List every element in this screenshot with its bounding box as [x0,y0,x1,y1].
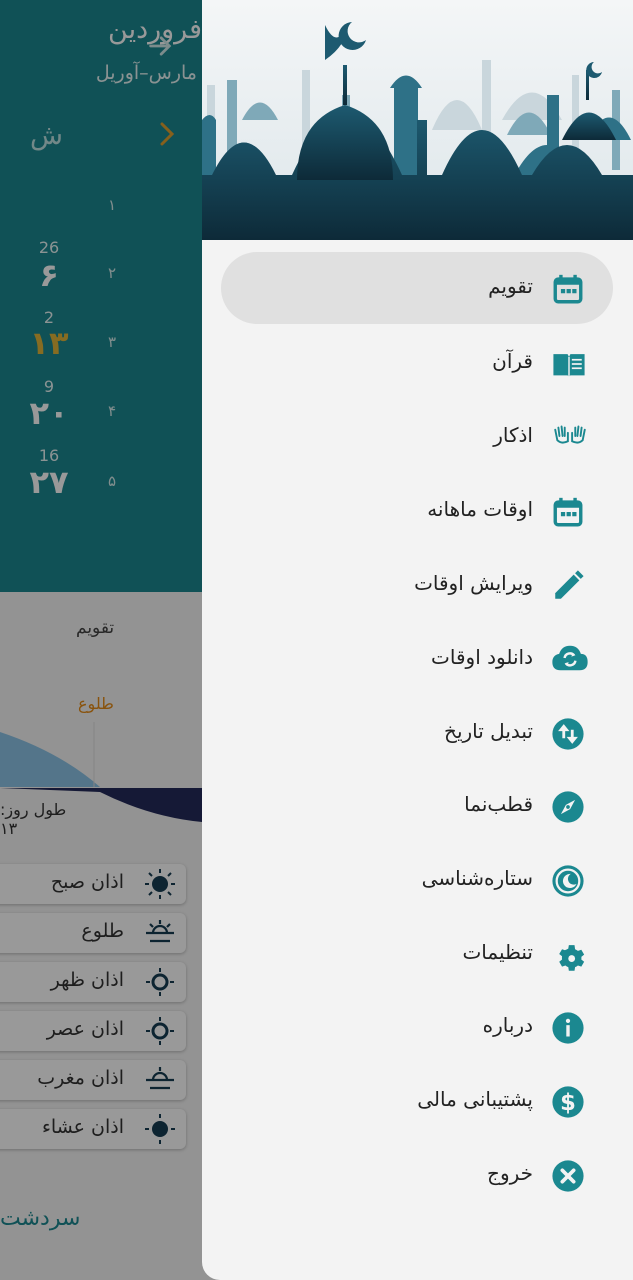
calendar-icon [551,272,585,306]
drawer-item-label: تقویم [488,274,533,298]
drawer-item-praying-hands[interactable]: اذکار [221,401,613,473]
quran-book-icon [551,347,585,381]
drawer-item-label: پشتیبانی مالی [417,1087,533,1111]
drawer-item-pencil[interactable]: ویرایش اوقات [221,549,613,621]
info-icon [551,1011,585,1045]
drawer-item-label: اذکار [493,423,533,447]
svg-text:$: $ [560,1090,576,1116]
drawer-item-label: ویرایش اوقات [414,571,533,595]
drawer-item-label: دانلود اوقات [431,645,533,669]
cloud-sync-icon [551,643,588,677]
drawer-item-label: قطب‌نما [464,792,533,816]
gear-icon [551,938,585,972]
drawer-item-quran-book[interactable]: قرآن [221,327,613,399]
drawer-item-dollar[interactable]: $ پشتیبانی مالی [221,1065,613,1137]
navigation-drawer: تقویم قرآن اذکار اوقات ماهانه ویرایش اوقات دا… [202,0,633,1280]
drawer-item-label: ستاره‌شناسی [421,866,533,890]
drawer-item-monthly-calendar[interactable]: اوقات ماهانه [221,475,613,547]
dollar-icon: $ [551,1085,585,1119]
compass-icon [551,790,585,824]
drawer-item-cloud-sync[interactable]: دانلود اوقات [221,623,613,695]
mosque-header-image [202,0,633,240]
drawer-item-label: تبدیل تاریخ [444,719,533,743]
pencil-icon [551,569,585,603]
drawer-item-label: درباره [482,1013,533,1037]
drawer-item-gear[interactable]: تنظیمات [221,918,613,990]
drawer-item-label: تنظیمات [462,940,533,964]
astronomy-icon [551,864,585,898]
drawer-item-swap-vertical[interactable]: تبدیل تاریخ [221,697,613,769]
drawer-item-close-circle[interactable]: خروج [221,1139,613,1211]
swap-vertical-icon [551,717,585,751]
monthly-calendar-icon [551,495,585,529]
praying-hands-icon [551,421,586,455]
drawer-item-label: اوقات ماهانه [427,497,533,521]
drawer-item-astronomy[interactable]: ستاره‌شناسی [221,844,613,916]
drawer-item-compass[interactable]: قطب‌نما [221,770,613,842]
drawer-item-calendar[interactable]: تقویم [221,252,613,324]
drawer-item-label: خروج [487,1161,533,1185]
drawer-item-info[interactable]: درباره [221,991,613,1063]
drawer-item-label: قرآن [492,349,533,373]
close-circle-icon [551,1159,585,1193]
